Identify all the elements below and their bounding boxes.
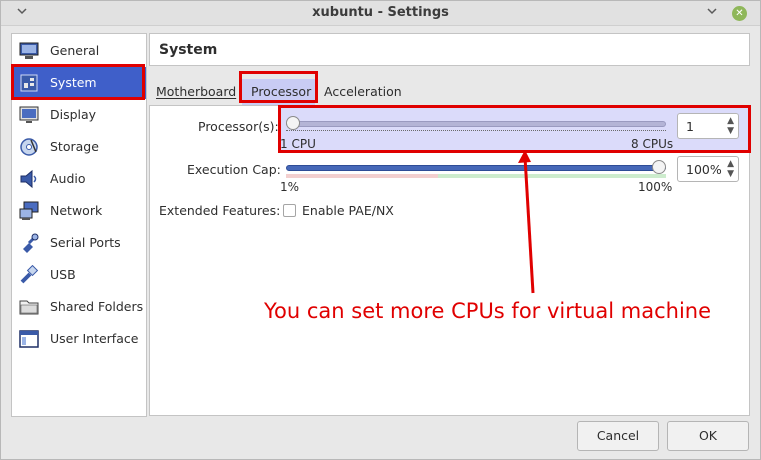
- sidebar-item-label: Network: [50, 203, 103, 218]
- sidebar-item-label: Shared Folders: [50, 299, 144, 314]
- pae-nx-checkbox[interactable]: [283, 204, 296, 217]
- sidebar-item-label: Display: [50, 107, 97, 122]
- serial-port-icon: [19, 233, 39, 253]
- execution-cap-max-label: 100%: [638, 180, 673, 194]
- page-title: System: [159, 42, 218, 58]
- sidebar-item-shared-folders[interactable]: Shared Folders: [13, 291, 146, 323]
- sidebar-item-label: General: [50, 43, 100, 58]
- sidebar-item-label: Audio: [50, 171, 86, 186]
- processor-min-label: 1 CPU: [280, 137, 316, 151]
- execution-cap-slider-handle[interactable]: [652, 160, 666, 174]
- sidebar-item-user-interface[interactable]: User Interface: [13, 323, 146, 355]
- tab-motherboard[interactable]: Motherboard: [156, 79, 238, 105]
- close-icon[interactable]: ✕: [732, 6, 747, 21]
- ok-button[interactable]: OK: [667, 421, 749, 451]
- sidebar-item-label: User Interface: [50, 331, 139, 346]
- processor-tab-highlight-box: [239, 71, 318, 103]
- chevron-down-icon[interactable]: ▼: [727, 127, 734, 136]
- window-icon: [19, 329, 39, 349]
- sidebar-item-label: Storage: [50, 139, 99, 154]
- speaker-icon: [19, 169, 39, 189]
- execution-cap-min-label: 1%: [280, 180, 300, 194]
- sidebar-item-display[interactable]: Display: [13, 99, 146, 131]
- processor-slider-ticks: [286, 130, 666, 134]
- system-highlight-box: [11, 64, 145, 100]
- tab-acceleration[interactable]: Acceleration: [324, 79, 409, 105]
- pae-nx-checkbox-label[interactable]: Enable PAE/NX: [302, 203, 394, 218]
- network-icon: [19, 201, 39, 221]
- sidebar-item-storage[interactable]: Storage: [13, 131, 146, 163]
- chevron-up-icon[interactable]: ▲: [727, 117, 734, 126]
- execution-cap-stepper[interactable]: 100% ▲ ▼: [677, 156, 739, 182]
- sidebar-item-label: Serial Ports: [50, 235, 121, 250]
- settings-window: xubuntu - Settings ✕ General System Disp…: [0, 0, 761, 460]
- storage-disc-icon: [19, 137, 39, 157]
- processor-slider-track[interactable]: [286, 121, 666, 127]
- sidebar-item-network[interactable]: Network: [13, 195, 146, 227]
- tab-label: Motherboard: [156, 84, 237, 99]
- execution-cap-high-zone: [438, 174, 666, 178]
- execution-cap-slider-track[interactable]: [286, 165, 666, 171]
- monitor-icon: [19, 41, 39, 61]
- processor-max-label: 8 CPUs: [631, 137, 674, 151]
- execution-cap-low-zone: [286, 174, 438, 178]
- display-icon: [19, 105, 39, 125]
- window-title: xubuntu - Settings: [312, 5, 449, 20]
- execution-cap-value: 100%: [686, 162, 722, 177]
- sidebar-item-serial-ports[interactable]: Serial Ports: [13, 227, 146, 259]
- folder-icon: [19, 297, 39, 317]
- sidebar-item-label: USB: [50, 267, 76, 282]
- annotation-text: You can set more CPUs for virtual machin…: [264, 299, 712, 323]
- sidebar-item-general[interactable]: General: [13, 35, 146, 67]
- title-bar: xubuntu - Settings ✕: [1, 1, 760, 26]
- processor-slider-handle[interactable]: [286, 116, 300, 130]
- extended-features-label: Extended Features:: [159, 203, 281, 218]
- sidebar-item-audio[interactable]: Audio: [13, 163, 146, 195]
- tab-label: Acceleration: [324, 84, 402, 99]
- minimize-chevron-icon[interactable]: [705, 4, 721, 20]
- chevron-down-icon[interactable]: ▼: [727, 170, 734, 179]
- sidebar-item-usb[interactable]: USB: [13, 259, 146, 291]
- cancel-button[interactable]: Cancel: [577, 421, 659, 451]
- chevron-up-icon[interactable]: ▲: [727, 160, 734, 169]
- processor-count-value: 1: [686, 119, 694, 134]
- annotation-arrow-icon: [518, 150, 535, 294]
- processor-count-stepper[interactable]: 1 ▲ ▼: [677, 113, 739, 139]
- processor-count-label: Processor(s):: [198, 119, 279, 134]
- execution-cap-label: Execution Cap:: [187, 162, 281, 177]
- section-header: System: [149, 33, 750, 66]
- usb-icon: [19, 264, 39, 285]
